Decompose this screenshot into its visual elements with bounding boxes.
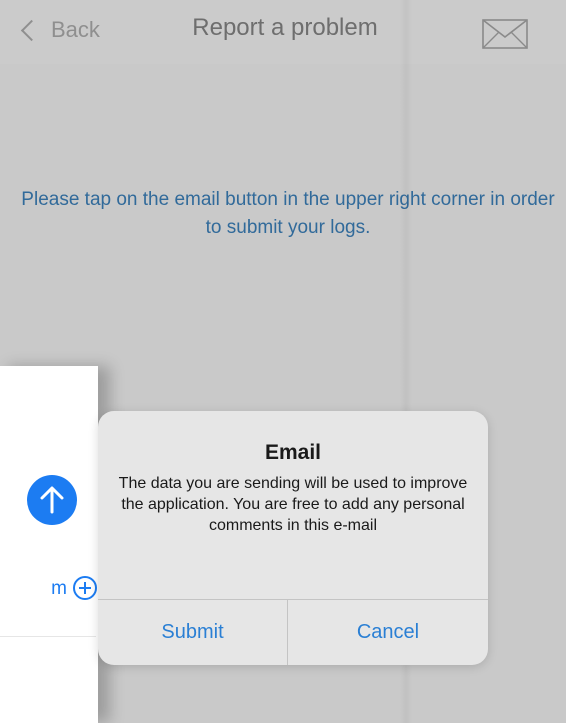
- screen: Back Report a problem Please tap on the …: [0, 0, 566, 723]
- instructions-text: Please tap on the email button in the up…: [21, 189, 555, 238]
- cancel-button[interactable]: Cancel: [288, 600, 488, 665]
- back-button[interactable]: Back: [20, 12, 100, 48]
- submit-button[interactable]: Submit: [98, 600, 287, 665]
- back-label: Back: [51, 17, 100, 42]
- chevron-left-icon: [20, 19, 43, 42]
- email-alert-dialog: Email The data you are sending will be u…: [98, 411, 488, 665]
- arrow-up-icon: [40, 486, 64, 514]
- alert-message: The data you are sending will be used to…: [118, 475, 468, 534]
- page-title: Report a problem: [192, 14, 378, 41]
- add-item-row[interactable]: m: [0, 576, 97, 604]
- add-item-label: m: [51, 578, 67, 599]
- plus-circle-icon[interactable]: [73, 576, 97, 600]
- envelope-icon[interactable]: [482, 19, 528, 49]
- send-button[interactable]: [27, 475, 77, 525]
- navigation-bar: Back Report a problem: [0, 0, 566, 64]
- divider: [0, 636, 96, 637]
- alert-title: Email: [264, 441, 322, 464]
- overlapping-composer-panel: m: [0, 366, 98, 723]
